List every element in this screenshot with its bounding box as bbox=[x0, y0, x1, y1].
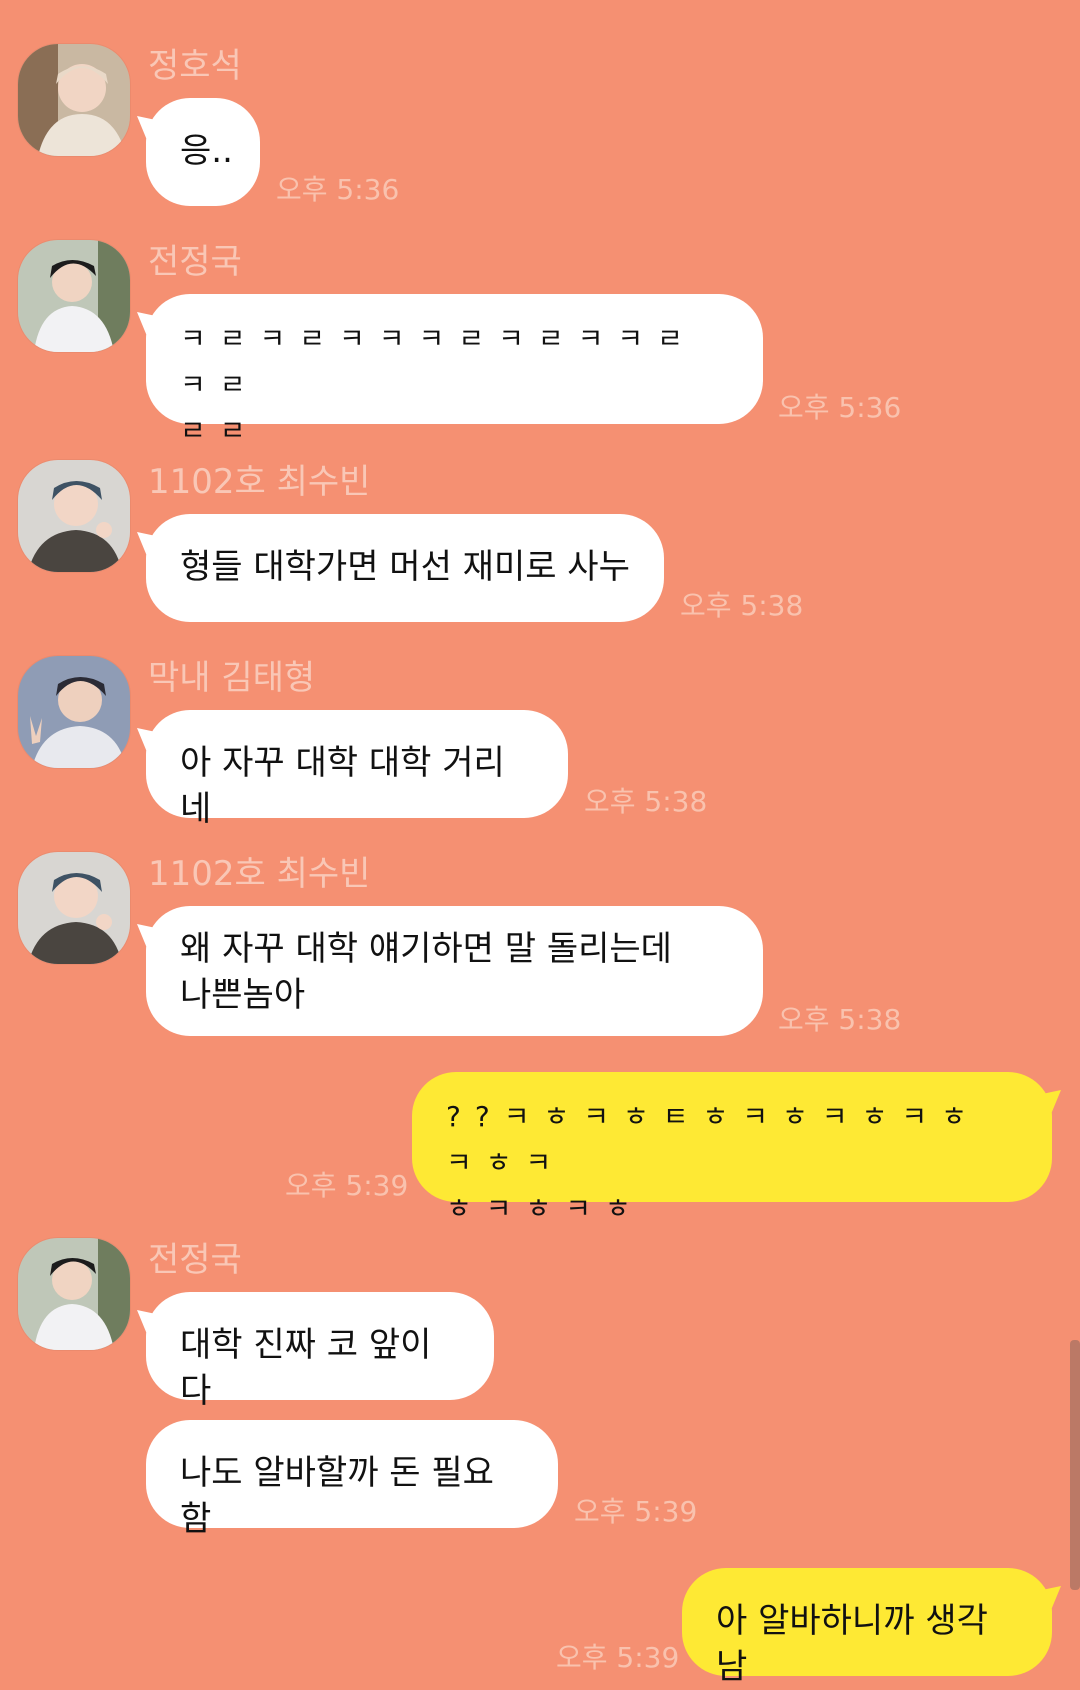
sender-name: 1102호 최수빈 bbox=[148, 854, 371, 894]
avatar[interactable] bbox=[18, 460, 130, 572]
avatar[interactable] bbox=[18, 656, 130, 768]
timestamp: 오후 5:39 bbox=[574, 1495, 698, 1528]
message-bubble[interactable]: 왜 자꾸 대학 얘기하면 말 돌리는데 나쁜놈아 bbox=[146, 906, 763, 1036]
profile-photo-icon bbox=[18, 656, 130, 768]
profile-photo-icon bbox=[18, 240, 130, 352]
avatar[interactable] bbox=[18, 240, 130, 352]
timestamp: 오후 5:38 bbox=[584, 785, 708, 818]
message-bubble[interactable]: 형들 대학가면 머선 재미로 사누 bbox=[146, 514, 664, 622]
sender-name: 정호석 bbox=[148, 46, 242, 86]
avatar[interactable] bbox=[18, 1238, 130, 1350]
message-bubble-self[interactable]: ??ㅋㅎㅋㅎㅌㅎㅋㅎㅋㅎㅋㅎㅋㅎㅋ ㅎㅋㅎㅋㅎ bbox=[412, 1072, 1052, 1225]
message-bubble[interactable]: 대학 진짜 코 앞이다 bbox=[146, 1292, 494, 1411]
timestamp: 오후 5:39 bbox=[285, 1169, 409, 1202]
message-bubble-self[interactable]: 아 알바하니까 생각남 bbox=[682, 1568, 1052, 1687]
profile-photo-icon bbox=[18, 852, 130, 964]
timestamp: 오후 5:38 bbox=[680, 589, 804, 622]
avatar[interactable] bbox=[18, 852, 130, 964]
timestamp: 오후 5:38 bbox=[778, 1003, 902, 1036]
sender-name: 1102호 최수빈 bbox=[148, 462, 371, 502]
message-bubble[interactable]: 나도 알바할까 돈 필요함 bbox=[146, 1420, 558, 1539]
sender-name: 막내 김태형 bbox=[148, 658, 316, 698]
sender-name: 전정국 bbox=[148, 242, 242, 282]
scrollbar[interactable] bbox=[1070, 1340, 1080, 1590]
avatar[interactable] bbox=[18, 44, 130, 156]
profile-photo-icon bbox=[18, 460, 130, 572]
timestamp: 오후 5:36 bbox=[778, 391, 902, 424]
message-bubble[interactable]: 응.. bbox=[146, 98, 260, 206]
timestamp: 오후 5:36 bbox=[276, 173, 400, 206]
message-bubble[interactable]: ㅋㄹㅋㄹㅋㅋㅋㄹㅋㄹㅋㅋㄹㅋㄹ ㄹㄹ bbox=[146, 294, 763, 447]
sender-name: 전정국 bbox=[148, 1240, 242, 1280]
message-bubble[interactable]: 아 자꾸 대학 대학 거리네 bbox=[146, 710, 568, 829]
timestamp: 오후 5:39 bbox=[556, 1641, 680, 1674]
chat-room: 정호석 응.. 오후 5:36 전정국 ㅋㄹㅋㄹㅋㅋㅋㄹㅋㄹㅋㅋㄹㅋㄹ ㄹㄹ 오… bbox=[0, 0, 1080, 1687]
profile-photo-icon bbox=[18, 1238, 130, 1350]
profile-photo-icon bbox=[18, 44, 130, 156]
